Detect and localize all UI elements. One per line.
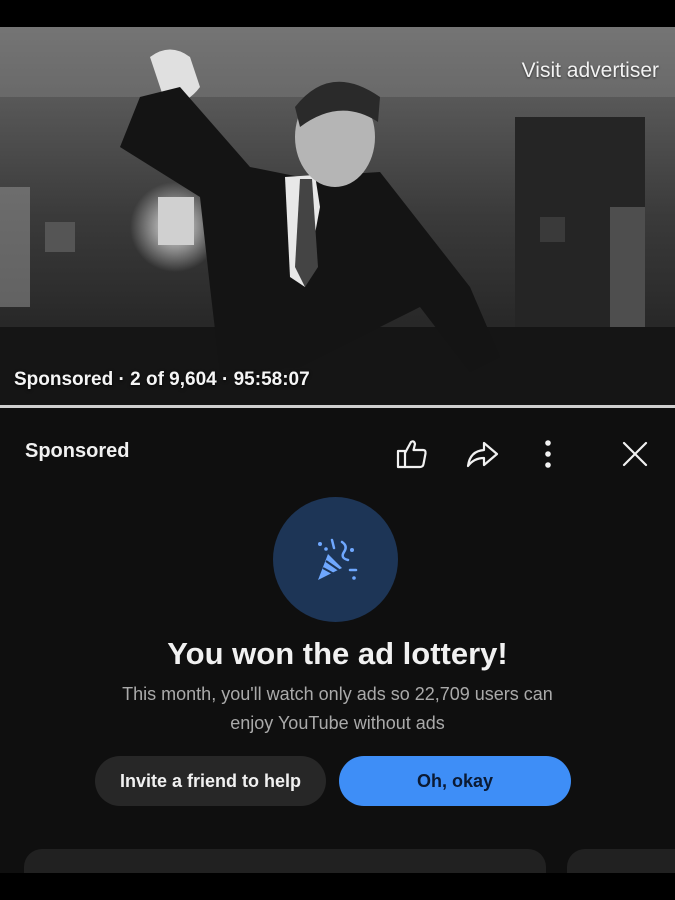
like-button[interactable] <box>392 434 432 474</box>
video-player[interactable]: Visit advertiser Sponsored · 2 of 9,604 … <box>0 27 675 407</box>
bottom-black-bar <box>0 873 675 900</box>
ad-panel: Sponsored You won the ad lottery! This m… <box>0 408 675 873</box>
visit-advertiser-link[interactable]: Visit advertiser <box>522 59 659 83</box>
celebration-badge <box>273 497 398 622</box>
more-options-button[interactable] <box>528 434 568 474</box>
close-icon <box>622 441 648 467</box>
share-button[interactable] <box>462 434 502 474</box>
close-button[interactable] <box>615 434 655 474</box>
more-vert-icon <box>545 440 551 468</box>
share-icon <box>466 441 499 468</box>
thumbs-up-icon <box>396 440 427 469</box>
headline: You won the ad lottery! <box>167 636 508 671</box>
video-frame-image <box>0 27 675 407</box>
ad-sponsored-info: Sponsored · 2 of 9,604 · 95:58:07 <box>14 369 310 390</box>
invite-friend-button[interactable]: Invite a friend to help <box>95 756 326 806</box>
top-black-bar <box>0 0 675 27</box>
party-popper-icon <box>317 538 357 580</box>
description-text: This month, you'll watch only ads so 22,… <box>122 684 553 733</box>
oh-okay-button[interactable]: Oh, okay <box>339 756 571 806</box>
sponsored-label: Sponsored <box>25 440 130 462</box>
